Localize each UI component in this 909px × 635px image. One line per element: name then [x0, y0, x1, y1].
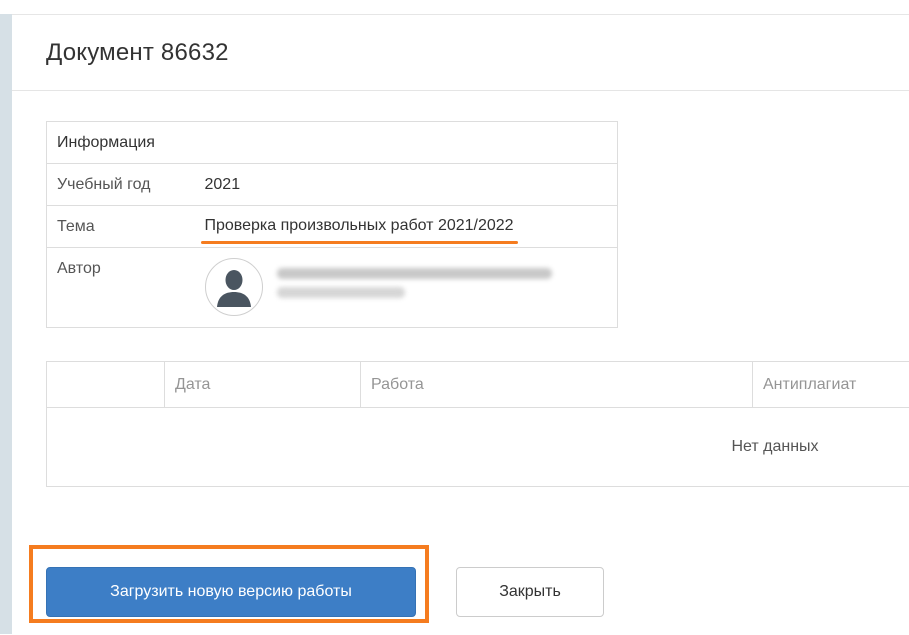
document-modal: Документ 86632 Информация Учебный год 20… [12, 14, 909, 634]
topic-cell: Проверка произвольных работ 2021/2022 [194, 205, 618, 248]
blurred-author-detail [276, 287, 405, 298]
modal-header: Документ 86632 [12, 15, 909, 91]
year-label: Учебный год [46, 163, 195, 206]
year-value: 2021 [194, 163, 618, 206]
avatar [204, 258, 263, 316]
info-row-author: Автор [46, 247, 618, 328]
user-silhouette-icon [206, 260, 261, 314]
modal-title: Документ 86632 [46, 39, 229, 66]
author-cell [194, 247, 618, 328]
topic-underline-annotation [200, 240, 518, 244]
info-table-header: Информация [46, 121, 618, 164]
info-table: Информация Учебный год 2021 Тема Проверк… [46, 121, 618, 328]
grid-col-work[interactable]: Работа [361, 362, 753, 408]
grid-empty-state: Нет данных [47, 408, 909, 486]
background-strip [0, 14, 12, 634]
author-box [204, 258, 618, 316]
upload-new-version-button[interactable]: Загрузить новую версию работы [46, 567, 416, 617]
grid-col-date[interactable]: Дата [165, 362, 361, 408]
info-row-topic: Тема Проверка произвольных работ 2021/20… [46, 205, 618, 248]
author-name-blurred [276, 268, 552, 298]
topic-label: Тема [46, 205, 195, 248]
grid-header: Дата Работа Антиплагиат [47, 362, 909, 408]
topic-value-wrap: Проверка произвольных работ 2021/2022 [200, 216, 518, 244]
no-data-text: Нет данных [731, 438, 819, 455]
modal-footer: Загрузить новую версию работы Закрыть [12, 535, 909, 635]
author-label: Автор [46, 247, 195, 328]
grid-col-antiplagiarism[interactable]: Антиплагиат [753, 362, 909, 408]
info-header-label: Информация [46, 121, 618, 164]
versions-grid: Дата Работа Антиплагиат Нет данных [46, 361, 909, 487]
grid-col-select[interactable] [47, 362, 165, 408]
info-row-year: Учебный год 2021 [46, 163, 618, 206]
topic-value: Проверка произвольных работ 2021/2022 [204, 216, 514, 234]
close-button[interactable]: Закрыть [456, 567, 604, 617]
blurred-author-name [276, 268, 552, 279]
